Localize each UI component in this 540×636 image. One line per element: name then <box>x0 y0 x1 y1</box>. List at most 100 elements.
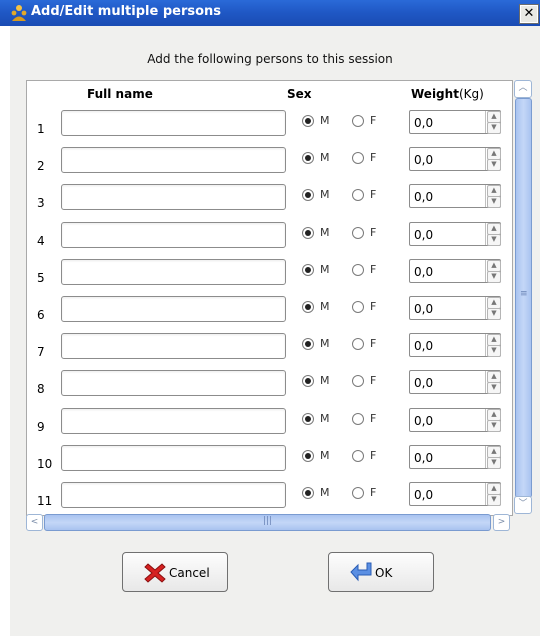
table-row: 5 M F 0,0 ▲ ▼ <box>26 258 511 297</box>
weight-spinbox[interactable]: 0,0 ▲ ▼ <box>409 370 501 395</box>
spin-down-icon[interactable]: ▼ <box>487 308 501 320</box>
cancel-button[interactable]: Cancel <box>122 552 228 592</box>
sex-female-label: F <box>370 151 377 165</box>
weight-spinbox[interactable]: 0,0 ▲ ▼ <box>409 482 501 506</box>
weight-spinner[interactable]: ▲ ▼ <box>485 371 501 395</box>
weight-spinbox[interactable]: 0,0 ▲ ▼ <box>409 296 501 320</box>
spin-down-icon[interactable]: ▼ <box>487 233 501 246</box>
weight-spinbox[interactable]: 0,0 ▲ ▼ <box>409 407 501 432</box>
enter-arrow-icon <box>350 562 372 582</box>
horizontal-scrollbar[interactable]: < ||| > <box>26 514 511 531</box>
sex-male-radio[interactable] <box>302 375 314 388</box>
sex-male-radio[interactable] <box>302 449 314 462</box>
scroll-up-button[interactable]: ︿ <box>514 80 532 98</box>
weight-spinbox[interactable]: 0,0 ▲ ▼ <box>409 258 501 283</box>
full-name-input[interactable] <box>61 333 286 360</box>
weight-spinbox[interactable]: 0,0 ▲ ▼ <box>409 333 501 358</box>
sex-female-radio[interactable] <box>352 375 364 388</box>
weight-spinner[interactable]: ▲ ▼ <box>485 259 501 283</box>
sex-female-radio[interactable] <box>352 412 364 425</box>
scroll-left-button[interactable]: < <box>26 514 43 531</box>
close-icon: ✕ <box>523 6 535 21</box>
weight-spinner[interactable]: ▲ ▼ <box>485 111 501 134</box>
sex-female-radio[interactable] <box>352 152 364 165</box>
weight-value: 0,0 <box>414 264 434 279</box>
sex-female-radio[interactable] <box>352 487 364 499</box>
full-name-input[interactable] <box>61 444 286 471</box>
weight-spinbox[interactable]: 0,0 ▲ ▼ <box>409 184 501 209</box>
full-name-input[interactable] <box>61 110 286 136</box>
weight-spinner[interactable]: ▲ ▼ <box>485 334 501 358</box>
full-name-input[interactable] <box>61 482 286 508</box>
weight-value: 0,0 <box>414 116 434 130</box>
sex-male-radio[interactable] <box>302 226 314 239</box>
weight-spinner[interactable]: ▲ ▼ <box>485 483 501 506</box>
full-name-input[interactable] <box>61 184 286 211</box>
spin-down-icon[interactable]: ▼ <box>487 159 501 172</box>
sex-male-radio[interactable] <box>302 301 314 313</box>
scroll-down-button[interactable]: ﹀ <box>514 496 532 514</box>
sex-female-radio[interactable] <box>352 449 364 462</box>
row-number: 3 <box>37 196 45 211</box>
spin-down-icon[interactable]: ▼ <box>487 382 501 395</box>
weight-spinbox[interactable]: 0,0 ▲ ▼ <box>409 221 501 246</box>
row-number: 9 <box>37 419 45 434</box>
weight-value: 0,0 <box>414 376 434 391</box>
sex-female-radio[interactable] <box>352 226 364 239</box>
sex-male-label: M <box>320 300 330 313</box>
sex-male-radio[interactable] <box>302 487 314 499</box>
spin-down-icon[interactable]: ▼ <box>487 122 501 134</box>
sex-female-radio[interactable] <box>352 301 364 313</box>
sex-male-radio[interactable] <box>302 189 314 202</box>
full-name-input[interactable] <box>61 407 286 434</box>
weight-spinbox[interactable]: 0,0 ▲ ▼ <box>409 110 501 134</box>
vertical-scrollbar[interactable]: ︿ ≡ ﹀ <box>514 80 532 514</box>
sex-male-label: M <box>320 114 330 127</box>
sex-female-radio[interactable] <box>352 263 364 276</box>
full-name-input[interactable] <box>61 258 286 285</box>
sex-male-label: M <box>320 262 330 276</box>
sex-female-radio[interactable] <box>352 338 364 351</box>
red-x-icon <box>144 563 166 583</box>
weight-spinner[interactable]: ▲ ▼ <box>485 185 501 209</box>
spin-down-icon[interactable]: ▼ <box>487 456 501 469</box>
spin-down-icon[interactable]: ▼ <box>487 345 501 358</box>
weight-value: 0,0 <box>414 190 434 205</box>
row-number: 2 <box>37 159 45 174</box>
spin-up-icon[interactable]: ▲ <box>487 259 501 272</box>
weight-spinbox[interactable]: 0,0 ▲ ▼ <box>409 444 501 469</box>
spin-up-icon[interactable]: ▲ <box>487 445 501 458</box>
close-button[interactable]: ✕ <box>519 4 539 24</box>
sex-female-radio[interactable] <box>352 189 364 202</box>
spin-down-icon[interactable]: ▼ <box>487 494 501 506</box>
full-name-input[interactable] <box>61 147 286 174</box>
weight-spinner[interactable]: ▲ ▼ <box>485 297 501 320</box>
column-header-weight: Weight(Kg) <box>411 87 484 101</box>
spin-down-icon[interactable]: ▼ <box>487 196 501 209</box>
spin-down-icon[interactable]: ▼ <box>487 270 501 283</box>
sex-male-radio[interactable] <box>302 338 314 351</box>
spin-down-icon[interactable]: ▼ <box>487 419 501 432</box>
weight-spinner[interactable]: ▲ ▼ <box>485 445 501 469</box>
sex-male-radio[interactable] <box>302 412 314 425</box>
sex-male-radio[interactable] <box>302 115 314 127</box>
full-name-input[interactable] <box>61 221 286 248</box>
horizontal-scroll-thumb[interactable]: ||| <box>44 514 491 531</box>
spin-up-icon[interactable]: ▲ <box>487 408 501 421</box>
sex-female-label: F <box>370 300 377 313</box>
weight-spinbox[interactable]: 0,0 ▲ ▼ <box>409 147 501 172</box>
sex-female-label: F <box>370 225 377 239</box>
scroll-right-button[interactable]: > <box>493 514 510 531</box>
spin-up-icon[interactable]: ▲ <box>487 222 501 235</box>
sex-male-radio[interactable] <box>302 152 314 165</box>
sex-female-radio[interactable] <box>352 115 364 127</box>
full-name-input[interactable] <box>61 296 286 322</box>
full-name-input[interactable] <box>61 370 286 397</box>
vertical-scroll-thumb[interactable]: ≡ <box>515 98 532 498</box>
weight-spinner[interactable]: ▲ ▼ <box>485 408 501 432</box>
sex-male-radio[interactable] <box>302 263 314 276</box>
ok-button[interactable]: OK <box>328 552 434 592</box>
weight-spinner[interactable]: ▲ ▼ <box>485 222 501 246</box>
weight-spinner[interactable]: ▲ ▼ <box>485 148 501 172</box>
row-number: 8 <box>37 382 45 397</box>
